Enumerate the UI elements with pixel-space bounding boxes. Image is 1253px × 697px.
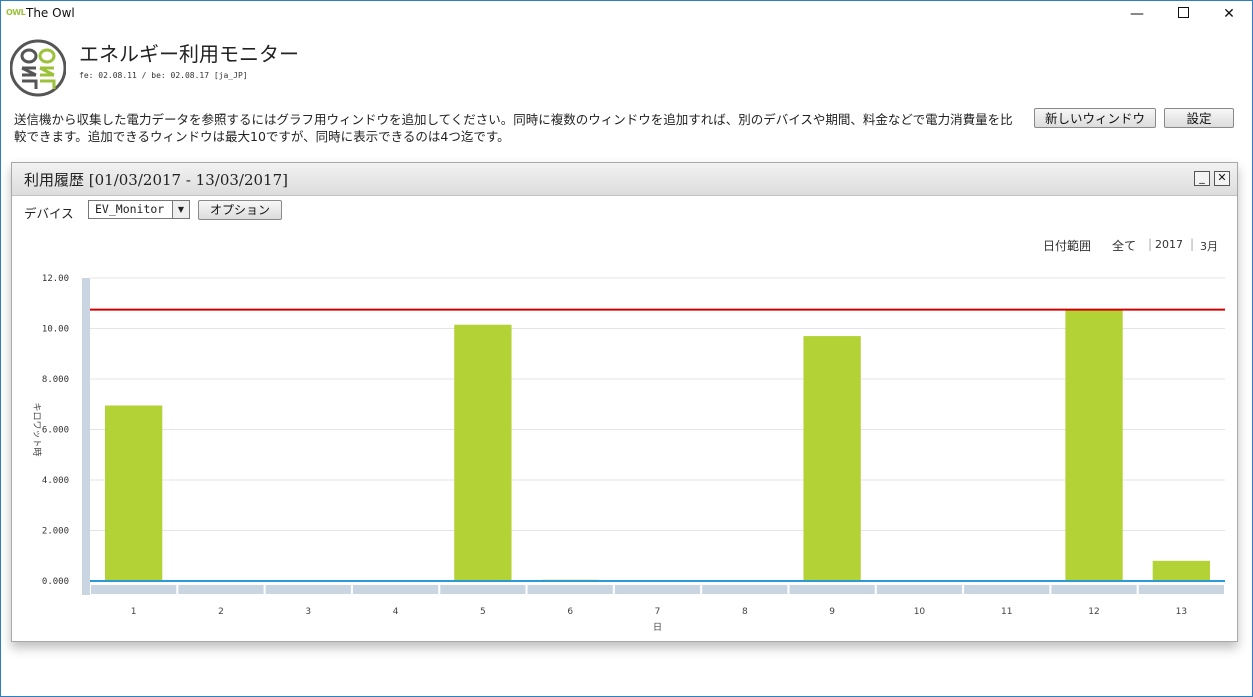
x-tick-label: 12 (1088, 607, 1099, 617)
window-title: The Owl (26, 6, 75, 20)
new-window-button[interactable]: 新しいウィンドウ (1034, 108, 1156, 128)
y-axis-bar (82, 278, 90, 595)
bar (105, 405, 163, 581)
minimize-icon: — (1130, 6, 1144, 22)
x-category-slot (789, 585, 875, 594)
bar (1152, 560, 1210, 581)
x-tick-label: 10 (914, 607, 926, 617)
y-tick-label: 6.000 (42, 426, 69, 436)
y-tick-label: 2.000 (42, 527, 69, 537)
x-tick-label: 13 (1176, 607, 1187, 617)
x-tick-label: 2 (218, 607, 224, 617)
x-category-slot (876, 585, 963, 594)
usage-history-panel: 利用履歴 [01/03/2017 - 13/03/2017] _ ✕ デバイス … (11, 162, 1238, 642)
x-tick-label: 4 (393, 607, 399, 617)
x-tick-label: 8 (742, 607, 748, 617)
x-category-slot (527, 585, 613, 594)
owl-app-icon: OWL (6, 8, 26, 17)
x-category-slot (178, 585, 264, 594)
bar (803, 336, 861, 581)
maximize-icon (1177, 7, 1189, 18)
close-button[interactable]: ✕ (1206, 1, 1252, 27)
description-text: 送信機から収集した電力データを参照するにはグラフ用ウィンドウを追加してください。… (14, 112, 1013, 144)
version-text: fe: 02.08.11 / be: 02.08.17 [ja_JP] (79, 71, 248, 80)
x-category-slot (1051, 585, 1137, 594)
y-axis-label: キロワット時 (31, 402, 42, 456)
y-tick-label: 0.000 (42, 577, 69, 587)
x-tick-label: 6 (567, 607, 573, 617)
x-category-slot (1138, 585, 1224, 594)
x-tick-label: 11 (1001, 607, 1012, 617)
x-category-slot (91, 585, 177, 594)
maximize-button[interactable] (1160, 1, 1206, 27)
app-heading: エネルギー利用モニター (79, 42, 299, 66)
x-category-slot (614, 585, 701, 594)
x-tick-label: 3 (305, 607, 311, 617)
minimize-button[interactable]: — (1114, 1, 1160, 27)
y-tick-label: 4.000 (42, 476, 69, 486)
bar (454, 324, 512, 581)
y-tick-label: 10.00 (42, 325, 69, 335)
y-tick-label: 8.000 (42, 375, 69, 385)
x-tick-label: 9 (829, 607, 835, 617)
x-category-slot (964, 585, 1050, 594)
x-tick-label: 1 (131, 607, 137, 617)
x-category-slot (440, 585, 526, 594)
x-axis-label: 日 (653, 622, 662, 633)
x-category-slot (352, 585, 439, 594)
x-category-slot (702, 585, 788, 594)
y-tick-label: 12.00 (42, 274, 69, 284)
owl-logo (10, 39, 66, 97)
close-icon: ✕ (1223, 6, 1235, 22)
usage-bar-chart: 0.000 2.000 4.000 6.000 8.000 10.00 12.00 キロワット… (31, 274, 1225, 633)
x-category-slot (265, 585, 351, 594)
settings-button[interactable]: 設定 (1164, 108, 1234, 128)
bar (1065, 309, 1123, 581)
x-tick-label: 5 (480, 607, 486, 617)
title-bar: OWL The Owl — ✕ (1, 1, 1252, 27)
x-tick-label: 7 (655, 607, 661, 617)
